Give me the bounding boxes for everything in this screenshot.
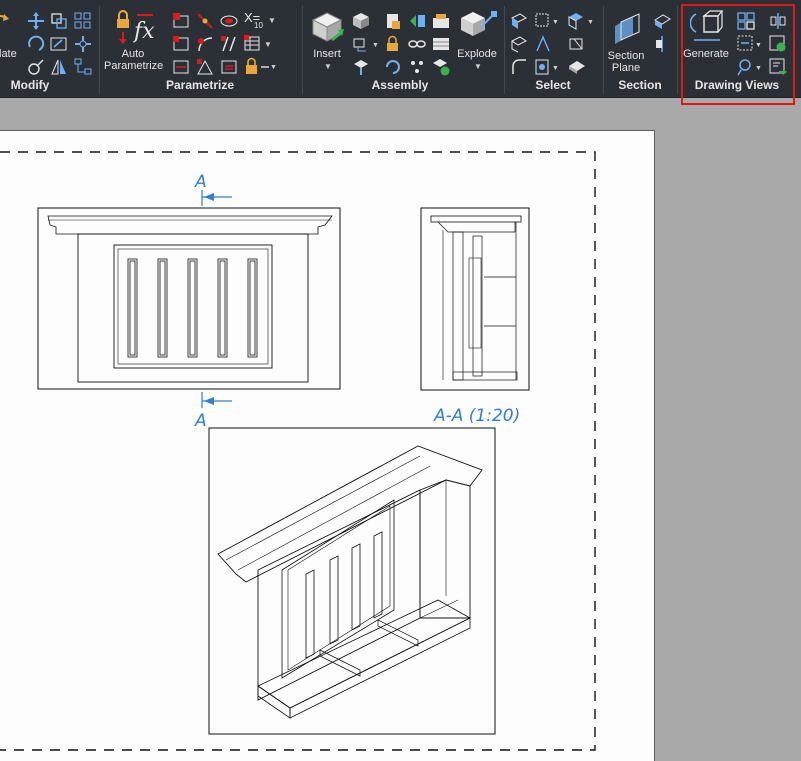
select-edge-icon[interactable]: ▼ — [534, 12, 562, 35]
constraint-parallel-icon[interactable] — [220, 35, 238, 58]
constraint-coincident-icon[interactable] — [196, 12, 214, 35]
panel-label-parametrize: Parametrize — [165, 78, 235, 92]
section-plane-line1: Section — [607, 50, 645, 62]
panel-label-select: Select — [535, 78, 571, 92]
ribbon: late Modify fx Auto Parametrize X= 10 ▼ … — [0, 0, 801, 105]
x-equals-icon[interactable]: X= 10 ▼ — [244, 10, 276, 32]
constraint-concentric-icon[interactable] — [220, 12, 238, 35]
chevron-down-icon[interactable]: ▼ — [474, 62, 482, 71]
panel-label-assembly: Assembly — [371, 78, 429, 92]
replace-component-icon[interactable] — [408, 12, 426, 35]
chevron-down-icon[interactable]: ▼ — [324, 62, 332, 71]
panel-separator — [504, 6, 505, 94]
panel-separator — [302, 6, 303, 94]
section-plane-icon[interactable] — [611, 12, 643, 51]
lock-component-icon[interactable] — [384, 35, 402, 58]
svg-text:▼: ▼ — [552, 19, 559, 26]
insert-component-icon[interactable] — [310, 10, 344, 49]
louver-slots — [127, 258, 258, 358]
section-label-bottom: A — [194, 411, 207, 431]
auto-parametrize-line2: Parametrize — [104, 60, 164, 72]
front-view[interactable] — [37, 207, 341, 390]
part-icon[interactable] — [384, 12, 402, 35]
select-loop-icon[interactable] — [510, 35, 528, 58]
constraint-mate-icon[interactable]: ▼ — [352, 35, 382, 58]
section-plane-line2: Plane — [611, 62, 641, 74]
auto-parametrize-line1: Auto — [121, 48, 145, 60]
auto-parametrize-label[interactable]: Auto Parametrize — [104, 48, 164, 72]
svg-text:▼: ▼ — [372, 42, 379, 49]
isometric-view[interactable] — [208, 427, 496, 735]
rotate-button-label[interactable]: late — [0, 48, 17, 60]
select-chain-icon[interactable] — [568, 35, 586, 58]
section-view-icon[interactable] — [653, 12, 671, 35]
section-view-title: A-A (1:20) — [433, 406, 520, 426]
drawing-views-highlight — [681, 4, 795, 105]
array-icon[interactable] — [74, 12, 92, 35]
explode-button-label[interactable]: Explode — [456, 48, 498, 60]
drawing-canvas: A A A-A (1:20) — [0, 151, 596, 751]
section-marker-top[interactable]: A — [194, 172, 232, 206]
panel-separator — [99, 6, 100, 94]
constraint-fix-icon[interactable] — [172, 12, 190, 35]
constraint-tangent-icon[interactable] — [172, 35, 190, 58]
svg-text:▼: ▼ — [587, 19, 594, 26]
lock-small-icon[interactable]: ▼ — [244, 57, 277, 80]
svg-text:▼: ▼ — [264, 40, 272, 49]
svg-text:▼: ▼ — [552, 65, 559, 72]
explode-tree-icon[interactable] — [74, 58, 92, 81]
copy-icon[interactable] — [50, 12, 68, 35]
align-icon[interactable] — [74, 35, 92, 58]
side-view[interactable] — [420, 207, 530, 391]
panel-label-section: Section — [618, 78, 662, 92]
sheet-border — [0, 151, 596, 751]
section-label-top: A — [194, 172, 207, 192]
section-marker-bottom[interactable]: A — [194, 392, 232, 431]
lock-icon[interactable] — [114, 10, 134, 49]
section-plane-label[interactable]: Section Plane — [604, 50, 648, 74]
panel-separator — [677, 6, 678, 94]
select-similar-icon[interactable] — [534, 35, 552, 58]
rotate-copy-icon[interactable] — [27, 35, 45, 58]
rotate-icon[interactable] — [0, 14, 10, 38]
box-plus-icon[interactable] — [432, 12, 450, 35]
insert-button-label[interactable]: Insert — [310, 48, 344, 60]
arrows-out-icon[interactable] — [478, 10, 498, 35]
scale-icon[interactable] — [50, 35, 68, 58]
select-body-icon[interactable]: ▼ — [568, 12, 596, 35]
bom-icon[interactable] — [432, 35, 450, 58]
link-icon[interactable] — [408, 35, 426, 58]
svg-text:fx: fx — [133, 19, 155, 44]
component-icon[interactable] — [352, 12, 370, 35]
fx-icon[interactable]: fx — [132, 10, 155, 49]
chevron-down-icon[interactable]: ▼ — [268, 16, 276, 25]
move-icon[interactable] — [27, 12, 45, 35]
constraint-radius-icon[interactable] — [196, 35, 214, 58]
select-face-icon[interactable] — [510, 12, 528, 35]
svg-text:▼: ▼ — [270, 64, 276, 71]
panel-label-modify: Modify — [10, 78, 50, 92]
section-toggle-icon[interactable] — [653, 35, 671, 58]
table-icon[interactable]: ▼ — [244, 35, 276, 58]
subscript-10-text: 10 — [254, 21, 263, 30]
